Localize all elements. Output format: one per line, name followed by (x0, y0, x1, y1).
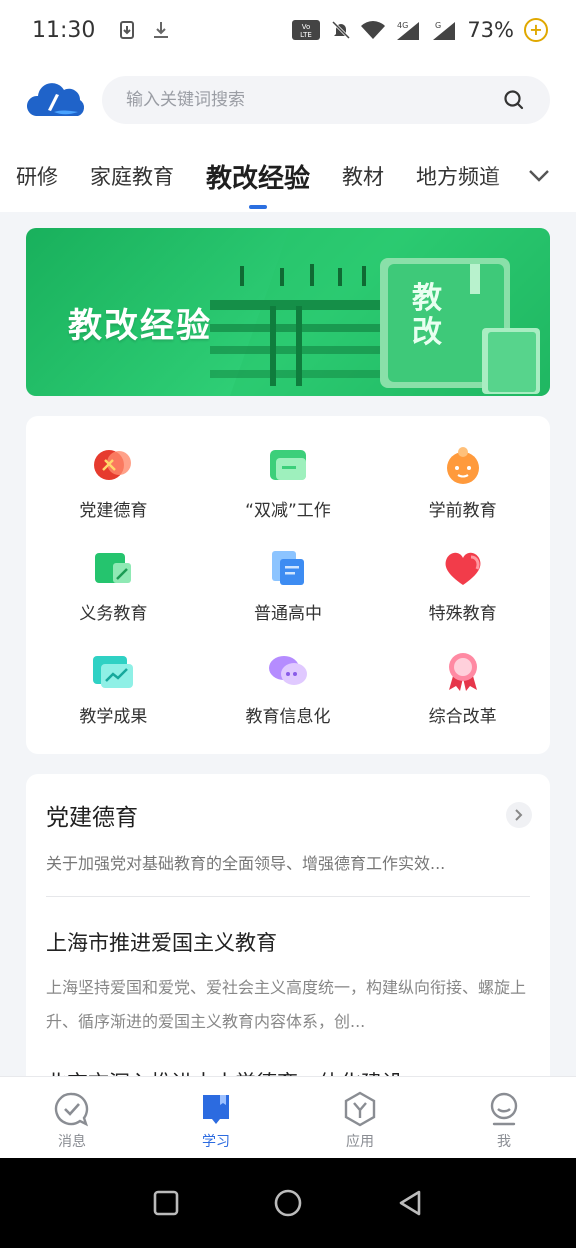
svg-text:Vo: Vo (302, 23, 311, 31)
category-teaching-results[interactable]: 教学成果 (26, 650, 201, 727)
svg-text:LTE: LTE (300, 31, 312, 39)
system-navigation-bar (0, 1158, 576, 1248)
category-compulsory[interactable]: 义务教育 (26, 547, 201, 624)
nav-me[interactable]: 我 (432, 1077, 576, 1158)
banner-book-text-2: 改 (412, 315, 442, 350)
battery-percent: 73% (467, 18, 514, 42)
divider (46, 896, 530, 897)
document-stack-icon (271, 551, 304, 585)
chevron-right-icon (515, 809, 523, 821)
profile-icon (490, 1092, 518, 1126)
download-icon (154, 22, 169, 38)
app-header (0, 60, 576, 140)
mute-bell-icon (332, 20, 351, 40)
svg-text:4G: 4G (397, 21, 408, 30)
tab-reform-experience[interactable]: 教改经验 (206, 158, 310, 195)
tab-family-education[interactable]: 家庭教育 (90, 161, 174, 191)
folder-icon (269, 450, 306, 480)
signal-g-icon: G (433, 21, 456, 40)
search-input[interactable] (126, 90, 502, 110)
category-informatization[interactable]: 教育信息化 (201, 650, 376, 727)
status-time: 11:30 (32, 17, 96, 43)
article-section: 党建德育 关于加强党对基础教育的全面领导、增强德育工作实效... 上海市推进爱国… (26, 774, 550, 1094)
category-special-education[interactable]: 特殊教育 (375, 547, 550, 624)
search-icon[interactable] (502, 88, 526, 112)
nav-messages[interactable]: 消息 (0, 1077, 144, 1158)
medal-icon (448, 653, 477, 691)
chat-bubbles-icon (268, 656, 307, 685)
book-pen-icon (95, 553, 132, 583)
apps-hexagon-icon (344, 1091, 376, 1127)
banner-illustration: 教 改 (210, 228, 550, 396)
app-logo (26, 83, 85, 116)
section-more-button[interactable] (506, 802, 532, 828)
section-title: 党建德育 (46, 805, 138, 831)
chevron-down-icon[interactable] (528, 169, 550, 183)
category-preschool[interactable]: 学前教育 (375, 444, 550, 521)
category-party-moral[interactable]: 党建德育 (26, 444, 201, 521)
sim-download-icon (120, 21, 135, 39)
search-bar[interactable] (102, 76, 550, 124)
category-comprehensive-reform[interactable]: 综合改革 (375, 650, 550, 727)
recents-button[interactable] (151, 1188, 181, 1218)
battery-saver-icon: + (524, 18, 548, 42)
article-summary[interactable]: 上海坚持爱国和爱党、爱社会主义高度统一，构建纵向衔接、螺旋上升、循序渐进的爱国主… (46, 971, 530, 1039)
status-bar: 11:30 Vo LTE 4G G 73% + (0, 0, 576, 60)
wifi-icon (361, 21, 386, 39)
category-high-school[interactable]: 普通高中 (201, 547, 376, 624)
section-description[interactable]: 关于加强党对基础教育的全面领导、增强德育工作实效... (46, 850, 530, 874)
study-book-icon (203, 1095, 229, 1124)
message-check-icon (54, 1092, 89, 1127)
category-tabs: 研修 家庭教育 教改经验 教材 地方频道 (0, 140, 576, 212)
category-double-reduction[interactable]: “双减”工作 (201, 444, 376, 521)
heart-icon (445, 552, 481, 585)
party-emblem-icon (94, 450, 132, 480)
tab-more[interactable] (486, 140, 576, 212)
svg-text:G: G (435, 21, 441, 30)
nav-apps[interactable]: 应用 (288, 1077, 432, 1158)
chart-board-icon (93, 656, 134, 688)
back-button[interactable] (395, 1188, 425, 1218)
banner-title: 教改经验 (68, 306, 212, 346)
article-title[interactable]: 上海市推进爱国主义教育 (46, 927, 530, 957)
nav-study[interactable]: 学习 (144, 1077, 288, 1158)
banner-book-text-1: 教 (412, 281, 442, 316)
tab-textbook[interactable]: 教材 (342, 161, 384, 191)
volte-icon: VoLTE (292, 20, 321, 40)
category-grid-card: 党建德育 “双减”工作 学前教育 义务教育 普通高中 特殊教育 教学成果 教育信… (26, 416, 550, 754)
tab-yanxiu[interactable]: 研修 (16, 161, 58, 191)
bottom-navigation: 消息 学习 应用 我 (0, 1076, 576, 1158)
home-button[interactable] (273, 1188, 303, 1218)
child-face-icon (446, 447, 479, 484)
banner[interactable]: 教 改 教改经验 (26, 228, 550, 396)
signal-4g-icon: 4G (397, 21, 420, 40)
